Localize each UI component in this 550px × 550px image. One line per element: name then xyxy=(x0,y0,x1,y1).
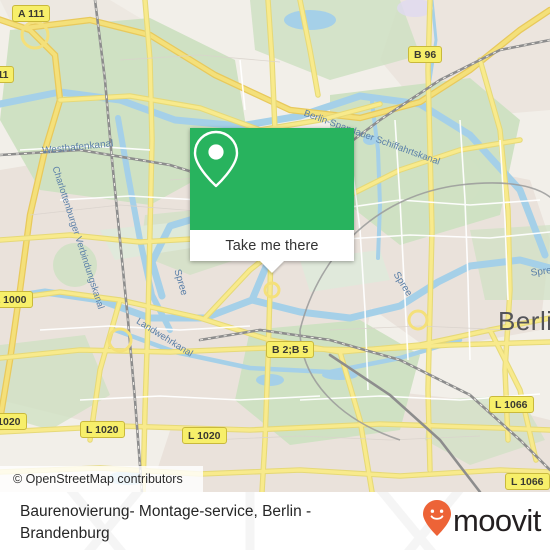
road-shield-a111: A 111 xyxy=(12,5,51,22)
popup-header xyxy=(190,128,354,230)
road-shield-b2-b5: B 2;B 5 xyxy=(266,341,315,358)
road-shield-b96: B 96 xyxy=(408,46,443,63)
road-shield-l1066-mid: L 1066 xyxy=(489,396,534,413)
moovit-logo[interactable]: moovit xyxy=(422,499,541,542)
attribution-text: © OpenStreetMap contributors xyxy=(13,472,183,486)
moovit-map-screenshot: Westhafenkanal Charlottenburger Verbindu… xyxy=(0,0,550,550)
place-title: Baurenovierung- Montage-service, Berlin … xyxy=(20,503,312,542)
map-attribution[interactable]: © OpenStreetMap contributors xyxy=(0,466,203,492)
road-shield-l1020-left: L 1020 xyxy=(0,413,27,430)
popup-tail xyxy=(260,261,284,273)
take-me-there-label: Take me there xyxy=(225,237,319,254)
take-me-there-button[interactable]: Take me there xyxy=(190,230,354,261)
moovit-pin-smiley-icon xyxy=(422,499,452,542)
road-shield-a111-edge: A 111 xyxy=(0,66,15,83)
road-shield-l1000: L 1000 xyxy=(0,291,33,308)
location-popup[interactable]: Take me there xyxy=(190,128,354,273)
road-shield-l1020-right: L 1020 xyxy=(182,427,227,444)
map-canvas[interactable]: Westhafenkanal Charlottenburger Verbindu… xyxy=(0,0,550,492)
road-shield-l1066-bottom: L 1066 xyxy=(505,473,550,490)
moovit-wordmark: moovit xyxy=(453,503,541,538)
road-shield-l1020-mid: L 1020 xyxy=(80,421,125,438)
